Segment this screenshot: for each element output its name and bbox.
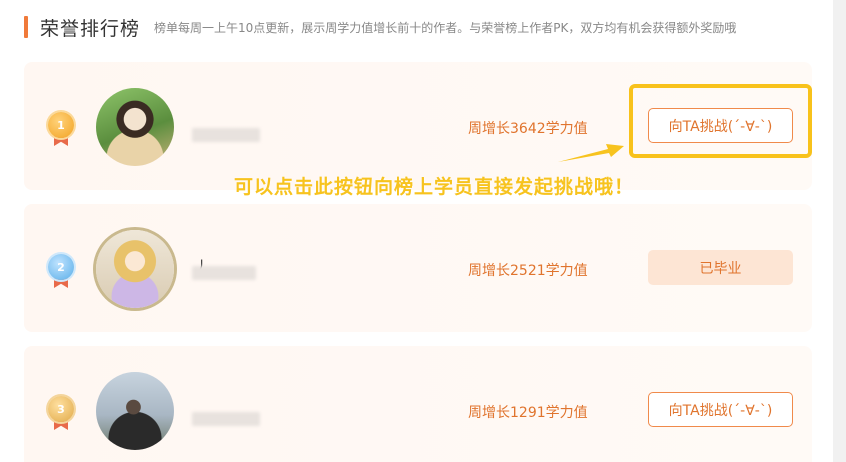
page-title: 荣誉排行榜	[40, 17, 141, 40]
weekly-growth: 周增长3642学力值	[468, 121, 588, 137]
arrow-icon	[558, 144, 624, 162]
weekly-growth: 周增长1291学力值	[468, 405, 588, 421]
graduated-badge: 已毕业	[648, 250, 793, 285]
scrollbar[interactable]	[833, 0, 846, 462]
highlight-box	[629, 84, 812, 158]
honor-leaderboard-page: 荣誉排行榜 榜单每周一上午10点更新，展示周学力值增长前十的作者。与荣誉榜上作者…	[0, 0, 846, 462]
rank-number: 3	[48, 396, 74, 422]
challenge-button[interactable]: 向TA挑战(´-∀-`)	[648, 392, 793, 427]
avatar[interactable]	[96, 88, 174, 166]
avatar[interactable]	[96, 230, 174, 308]
rank-medal-icon: 1	[48, 112, 74, 146]
rank-number: 2	[48, 254, 74, 280]
rank-number: 1	[48, 112, 74, 138]
user-name-blurred	[192, 128, 260, 142]
ranking-row: 2 丿 周增长2521学力值 已毕业	[24, 204, 812, 332]
title-accent-bar	[24, 16, 28, 38]
user-name-blurred	[192, 266, 256, 280]
rank-medal-icon: 2	[48, 254, 74, 288]
rank-medal-icon: 3	[48, 396, 74, 430]
annotation-tip: 可以点击此按钮向榜上学员直接发起挑战哦！	[234, 176, 635, 198]
leaderboard-description: 榜单每周一上午10点更新，展示周学力值增长前十的作者。与荣誉榜上作者PK，双方均…	[154, 20, 737, 35]
weekly-growth: 周增长2521学力值	[468, 263, 588, 279]
section-header: 荣誉排行榜 榜单每周一上午10点更新，展示周学力值增长前十的作者。与荣誉榜上作者…	[24, 12, 736, 42]
avatar[interactable]	[96, 372, 174, 450]
user-name-blurred	[192, 412, 260, 426]
ranking-row: 3 周增长1291学力值 向TA挑战(´-∀-`)	[24, 346, 812, 462]
